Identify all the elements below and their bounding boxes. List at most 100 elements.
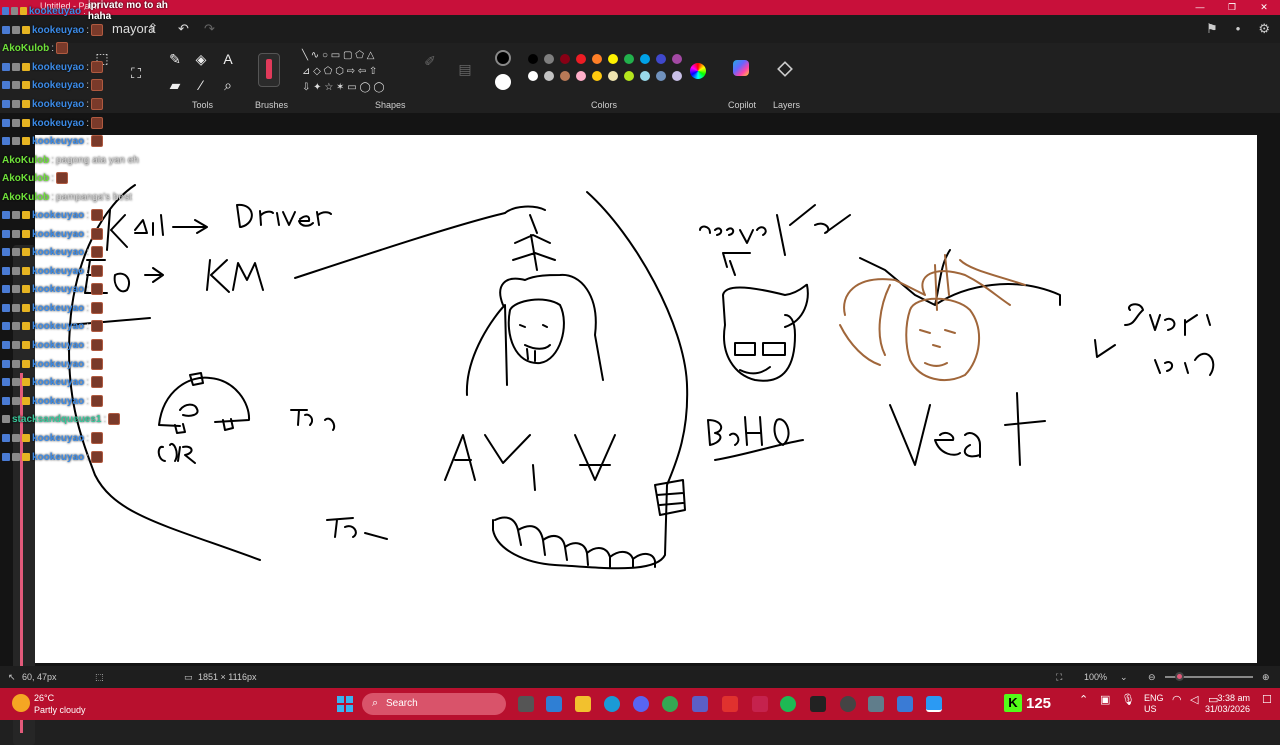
tray-app-icon[interactable]: ▣ <box>1100 693 1110 706</box>
chat-username[interactable]: kookeuyao <box>32 377 84 388</box>
color-picker-icon[interactable]: ⁄ <box>191 75 211 95</box>
chat-username[interactable]: stacksandqueues1 <box>12 414 102 425</box>
color-swatch[interactable] <box>640 71 650 81</box>
edge-icon[interactable] <box>604 696 620 712</box>
taskbar-search[interactable]: ⌕ Search <box>362 693 506 715</box>
text-icon[interactable]: A <box>218 49 238 69</box>
copilot-icon[interactable] <box>733 60 749 76</box>
chat-username[interactable]: kookeuyao <box>32 25 84 36</box>
chat-username[interactable]: kookeuyao <box>32 321 84 332</box>
notepad-icon[interactable] <box>897 696 913 712</box>
kick-widget[interactable]: K 125 <box>1004 693 1051 713</box>
wifi-icon[interactable]: ◠ <box>1172 693 1182 706</box>
chat-username[interactable]: AkoKulob <box>2 173 49 184</box>
close-button[interactable]: ✕ <box>1248 0 1280 15</box>
chat-username[interactable]: kookeuyao <box>32 210 84 221</box>
chat-username[interactable]: kookeuyao <box>32 284 84 295</box>
color-swatch[interactable] <box>656 54 666 64</box>
copilot-app-icon[interactable] <box>546 696 562 712</box>
chat-username[interactable]: AkoKulob <box>2 43 49 54</box>
chat-username[interactable]: kookeuyao <box>32 433 84 444</box>
color-swatch[interactable] <box>656 71 666 81</box>
settings-app-icon[interactable] <box>868 696 884 712</box>
feedback-icon[interactable]: ⚑ <box>1206 21 1218 37</box>
chat-username[interactable]: kookeuyao <box>32 247 84 258</box>
color-swatch[interactable] <box>592 71 602 81</box>
color-swatch[interactable] <box>576 71 586 81</box>
brush-button[interactable] <box>258 53 280 87</box>
zoom-dropdown-icon[interactable]: ⌄ <box>1120 672 1128 683</box>
color-swatch[interactable] <box>528 71 538 81</box>
clock[interactable]: 3:38 am 31/03/2026 <box>1205 693 1250 715</box>
teams-icon[interactable] <box>692 696 708 712</box>
chat-username[interactable]: kookeuyao <box>32 62 84 73</box>
outline-icon[interactable]: ✐ <box>420 51 440 71</box>
spotify-icon[interactable] <box>780 696 796 712</box>
fill-icon[interactable]: ◈ <box>191 49 211 69</box>
maximize-button[interactable]: ❐ <box>1216 0 1248 15</box>
weather-icon[interactable] <box>12 694 30 712</box>
chat-username[interactable]: kookeuyao <box>32 99 84 110</box>
volume-icon[interactable]: ◁ <box>1190 693 1198 706</box>
fill-style-icon[interactable]: ▤ <box>455 59 475 79</box>
magnifier-icon[interactable]: ⌕ <box>218 75 238 95</box>
language-indicator[interactable]: ENG US <box>1144 693 1164 715</box>
color-swatch[interactable] <box>544 54 554 64</box>
chat-username[interactable]: kookeuyao <box>32 229 84 240</box>
chat-username[interactable]: kookeuyao <box>32 266 84 277</box>
primary-color-swatch[interactable] <box>495 50 511 66</box>
chat-username[interactable]: kookeuyao <box>32 340 84 351</box>
wps-icon[interactable] <box>722 696 738 712</box>
microphone-icon[interactable]: 🎙 <box>1121 693 1135 706</box>
edit-colors-icon[interactable] <box>690 63 706 79</box>
color-swatch[interactable] <box>528 54 538 64</box>
color-swatch[interactable] <box>560 54 570 64</box>
task-view-icon[interactable] <box>518 696 534 712</box>
shapes-gallery[interactable]: ╲ ∿ ○ ▭ ▢ ⬠ △ ⊿ ◇ ⬠ ⬡ ⇨ ⇦ ⇧ ⇩ ✦ ☆ ✶ ▭ ◯ … <box>300 48 410 96</box>
chrome-icon[interactable] <box>662 696 678 712</box>
color-swatch[interactable] <box>608 71 618 81</box>
file-explorer-icon[interactable] <box>575 696 591 712</box>
game-icon[interactable] <box>810 696 826 712</box>
color-swatch[interactable] <box>640 54 650 64</box>
color-swatch[interactable] <box>624 54 634 64</box>
chat-separator: : <box>86 135 90 147</box>
zoom-level[interactable]: 100% <box>1084 672 1107 682</box>
paint-app-icon[interactable] <box>926 696 942 712</box>
obs-icon[interactable] <box>840 696 856 712</box>
color-swatch[interactable] <box>544 71 554 81</box>
chat-username[interactable]: kookeuyao <box>32 136 84 147</box>
drawing-canvas[interactable] <box>35 135 1257 663</box>
color-swatch[interactable] <box>672 54 682 64</box>
chat-username[interactable]: AkoKulob <box>2 155 49 166</box>
notifications-icon[interactable]: ☐ <box>1262 693 1272 706</box>
color-swatch[interactable] <box>576 54 586 64</box>
chat-username[interactable]: AkoKulob <box>2 192 49 203</box>
start-button[interactable] <box>337 696 353 712</box>
zoom-in-icon[interactable]: ⊕ <box>1262 672 1270 683</box>
redo-icon[interactable]: ↷ <box>204 21 215 37</box>
color-swatch[interactable] <box>624 71 634 81</box>
more-icon[interactable]: • <box>1236 21 1241 37</box>
discord-icon[interactable] <box>633 696 649 712</box>
chat-username[interactable]: kookeuyao <box>32 118 84 129</box>
chat-username[interactable]: kookeuyao <box>32 396 84 407</box>
zoom-out-icon[interactable]: ⊖ <box>1148 672 1156 683</box>
chat-username[interactable]: kookeuyao <box>32 303 84 314</box>
chat-username[interactable]: kookeuyao <box>29 6 81 17</box>
chat-username[interactable]: kookeuyao <box>32 80 84 91</box>
chat-username[interactable]: kookeuyao <box>32 452 84 463</box>
layers-icon[interactable] <box>777 61 793 77</box>
fit-icon[interactable]: ⛶ <box>1056 672 1062 683</box>
color-swatch[interactable] <box>592 54 602 64</box>
color-swatch[interactable] <box>560 71 570 81</box>
secondary-color-swatch[interactable] <box>495 74 511 90</box>
chat-username[interactable]: kookeuyao <box>32 359 84 370</box>
zoom-slider-thumb[interactable] <box>1175 672 1184 681</box>
tray-overflow-icon[interactable]: ⌃ <box>1079 693 1088 706</box>
minimize-button[interactable]: — <box>1184 0 1216 15</box>
color-swatch[interactable] <box>672 71 682 81</box>
color-swatch[interactable] <box>608 54 618 64</box>
app-a-icon[interactable] <box>752 696 768 712</box>
settings-icon[interactable]: ⚙ <box>1258 21 1270 37</box>
